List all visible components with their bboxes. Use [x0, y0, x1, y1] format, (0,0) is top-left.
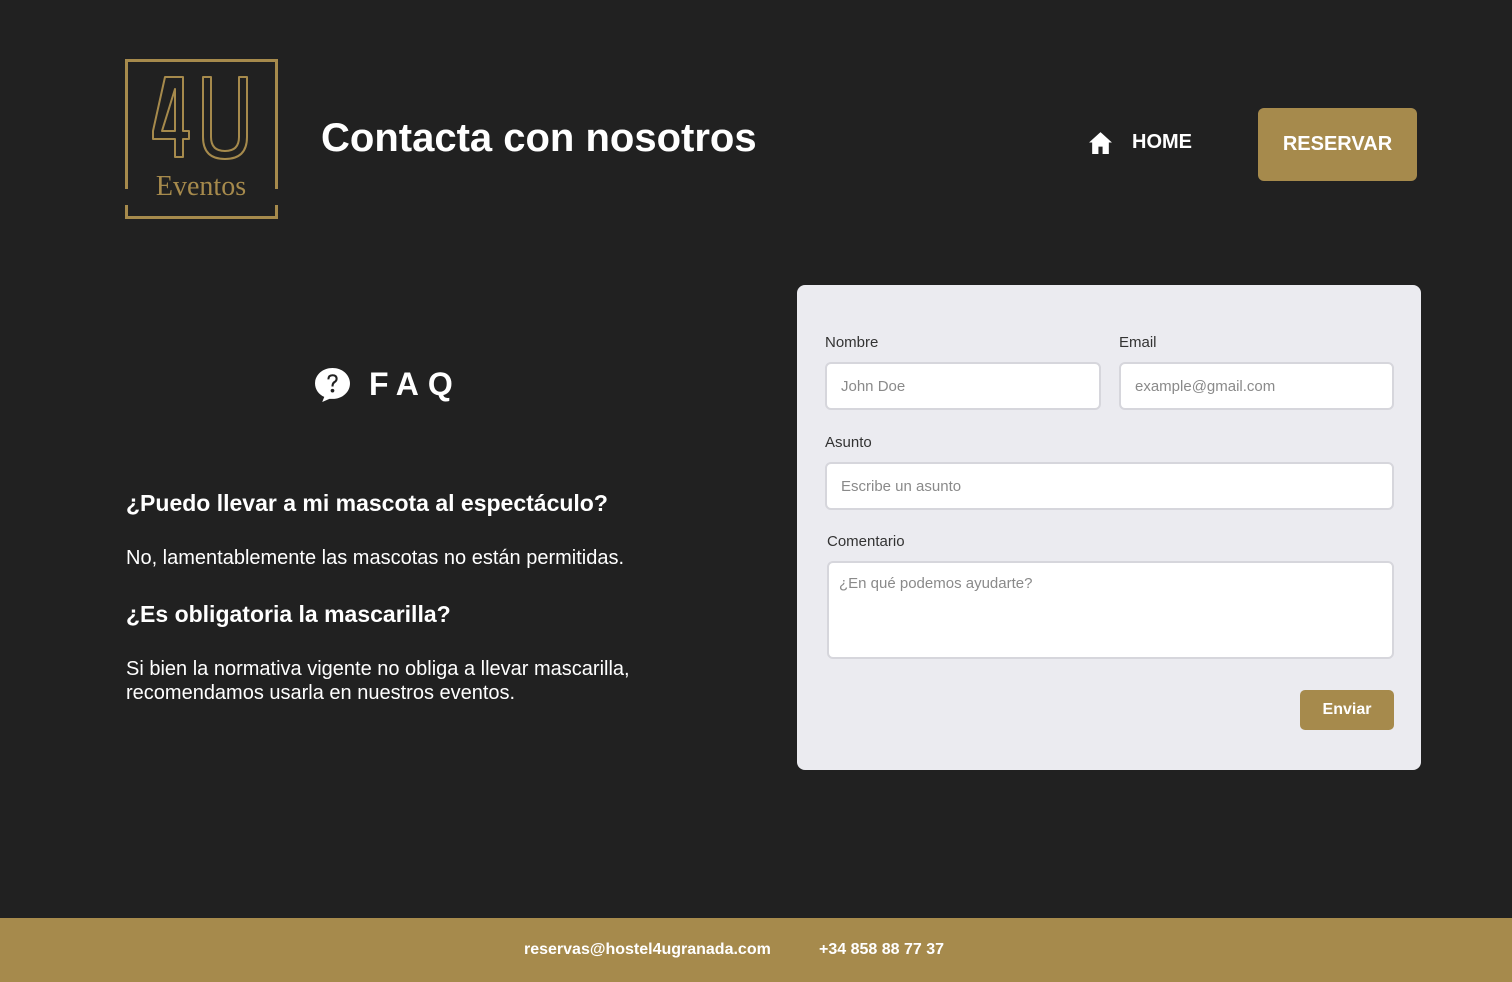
email-label: Email [1119, 334, 1157, 351]
name-label: Nombre [825, 334, 879, 351]
footer: reservas@hostel4ugranada.com +34 858 88 … [0, 918, 1512, 982]
subject-label: Asunto [825, 434, 872, 451]
page-title: Contacta con nosotros [321, 116, 757, 160]
faq-heading: FAQ [314, 366, 462, 403]
subject-input[interactable] [825, 462, 1394, 510]
nav-home-link[interactable]: HOME [1088, 130, 1192, 155]
faq-title: FAQ [369, 366, 462, 402]
faq-question: ¿Es obligatoria la mascarilla? [126, 601, 451, 627]
question-bubble-icon [314, 366, 351, 403]
home-icon [1088, 130, 1113, 155]
contact-page: Eventos Contacta con nosotros HOME RESER… [0, 0, 1512, 982]
email-input[interactable] [1119, 362, 1394, 410]
footer-phone-link[interactable]: +34 858 88 77 37 [819, 941, 944, 959]
4u-eventos-logo[interactable]: Eventos [125, 59, 278, 219]
nav-home-label: HOME [1132, 131, 1192, 153]
comment-label: Comentario [827, 533, 905, 550]
footer-email-link[interactable]: reservas@hostel4ugranada.com [524, 941, 771, 959]
send-button[interactable]: Enviar [1300, 690, 1394, 730]
reserve-button[interactable]: RESERVAR [1258, 108, 1417, 181]
faq-answer: No, lamentablemente las mascotas no está… [126, 547, 625, 569]
contact-form: Nombre Email Asunto Comentario Enviar [797, 285, 1421, 770]
faq-question: ¿Puedo llevar a mi mascota al espectácul… [126, 490, 608, 516]
name-input[interactable] [825, 362, 1101, 410]
faq-answer: Si bien la normativa vigente no obliga a… [126, 658, 630, 704]
svg-text:Eventos: Eventos [156, 171, 246, 202]
comment-textarea[interactable] [827, 561, 1394, 659]
